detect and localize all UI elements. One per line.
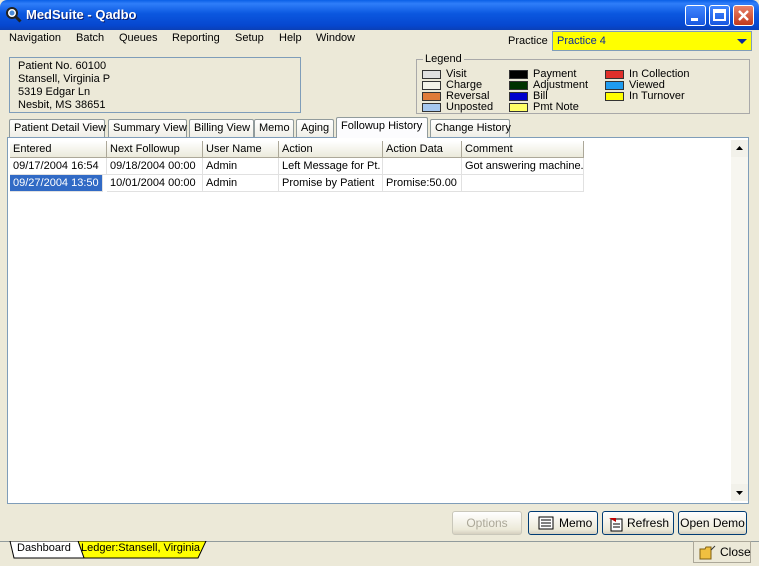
cell-action-data: Promise:50.00	[383, 175, 462, 192]
cell-user-name: Admin	[203, 158, 279, 175]
menu-window[interactable]: Window	[314, 31, 357, 45]
scroll-down-icon	[736, 491, 743, 495]
menu-queues[interactable]: Queues	[117, 31, 160, 45]
legend: Legend Visit Charge Reversal Unposted Pa…	[416, 54, 750, 114]
close-window-button[interactable]	[733, 5, 754, 26]
minimize-button[interactable]	[685, 5, 706, 26]
patient-info: Patient No. 60100 Stansell, Virginia P 5…	[9, 57, 301, 113]
legend-swatch	[605, 70, 624, 79]
tab-patient-detail-view[interactable]: Patient Detail View	[9, 119, 106, 137]
tab-memo[interactable]: Memo	[254, 119, 294, 137]
maximize-button[interactable]	[709, 5, 730, 26]
menu-navigation[interactable]: Navigation	[7, 31, 63, 45]
practice-select[interactable]: Practice 4	[552, 31, 752, 51]
patient-name: Stansell, Virginia P	[18, 73, 111, 85]
tab-change-history[interactable]: Change History	[430, 119, 511, 137]
practice-value: Practice 4	[557, 35, 606, 47]
legend-title: Legend	[423, 53, 464, 65]
patient-number: Patient No. 60100	[18, 60, 107, 72]
tab-aging[interactable]: Aging	[296, 119, 334, 137]
cell-entered: 09/27/2004 13:50	[10, 175, 103, 192]
legend-swatch	[605, 92, 624, 101]
scroll-up-icon	[736, 146, 743, 150]
cell-action: Left Message for Pt.	[279, 158, 383, 175]
open-demo-button[interactable]: Open Demo	[678, 511, 747, 535]
cell-next-followup: 09/18/2004 00:00	[107, 158, 203, 175]
menu-batch[interactable]: Batch	[74, 31, 106, 45]
cell-action-data	[383, 158, 462, 175]
memo-button[interactable]: Memo	[528, 511, 598, 535]
cell-action: Promise by Patient	[279, 175, 383, 192]
window-title: MedSuite - Qadbo	[26, 7, 137, 22]
menu-setup[interactable]: Setup	[233, 31, 266, 45]
options-button[interactable]: Options	[452, 511, 522, 535]
title-bar: MedSuite - Qadbo	[0, 0, 759, 30]
close-button[interactable]: Close	[693, 541, 751, 563]
column-header-entered[interactable]: Entered	[10, 141, 107, 158]
legend-swatch	[605, 81, 624, 90]
close-button-label: Close	[720, 545, 751, 559]
menu-help[interactable]: Help	[277, 31, 304, 45]
memo-icon	[538, 516, 554, 530]
refresh-button-label: Refresh	[627, 516, 670, 530]
vertical-scrollbar[interactable]	[731, 140, 748, 501]
refresh-icon	[609, 518, 623, 532]
cell-entered: 09/17/2004 16:54	[10, 158, 107, 175]
minimize-icon	[691, 18, 698, 21]
legend-swatch	[422, 81, 441, 90]
folder-icon	[699, 545, 716, 560]
patient-address-line2: Nesbit, MS 38651	[18, 99, 106, 111]
practice-label: Practice	[508, 35, 548, 47]
cell-comment: Got answering machine.	[462, 158, 584, 175]
close-icon	[738, 10, 749, 21]
legend-swatch	[422, 92, 441, 101]
column-header-comment[interactable]: Comment	[462, 141, 584, 158]
column-header-next-followup[interactable]: Next Followup	[107, 141, 203, 158]
memo-button-label: Memo	[559, 516, 593, 530]
menu-bar: Navigation Batch Queues Reporting Setup …	[0, 30, 500, 50]
app-magnifier-icon	[6, 7, 22, 23]
legend-swatch	[509, 70, 528, 79]
cell-comment	[462, 175, 584, 192]
tab-billing-view[interactable]: Billing View	[189, 119, 254, 137]
cell-next-followup: 10/01/2004 00:00	[107, 175, 203, 192]
legend-swatch	[422, 70, 441, 79]
scroll-up-button[interactable]	[731, 140, 748, 157]
legend-swatch	[509, 92, 528, 101]
legend-swatch	[422, 103, 441, 112]
column-header-action[interactable]: Action	[279, 141, 383, 158]
tab-followup-history[interactable]: Followup History	[336, 117, 428, 138]
tab-summary-view[interactable]: Summary View	[108, 119, 187, 137]
scroll-down-button[interactable]	[731, 484, 748, 501]
menu-reporting[interactable]: Reporting	[170, 31, 222, 45]
doc-tab-ledger[interactable]: Ledger:Stansell, Virginia	[81, 541, 200, 559]
cell-user-name: Admin	[203, 175, 279, 192]
legend-swatch	[509, 81, 528, 90]
legend-swatch	[509, 103, 528, 112]
column-header-user-name[interactable]: User Name	[203, 141, 279, 158]
followup-history-grid: Entered Next Followup User Name Action A…	[7, 137, 749, 504]
column-header-action-data[interactable]: Action Data	[383, 141, 462, 158]
refresh-button[interactable]: Refresh	[602, 511, 674, 535]
maximize-icon	[713, 9, 726, 21]
chevron-down-icon	[737, 39, 747, 44]
doc-tab-dashboard[interactable]: Dashboard	[17, 541, 71, 559]
patient-address-line1: 5319 Edgar Ln	[18, 86, 91, 98]
